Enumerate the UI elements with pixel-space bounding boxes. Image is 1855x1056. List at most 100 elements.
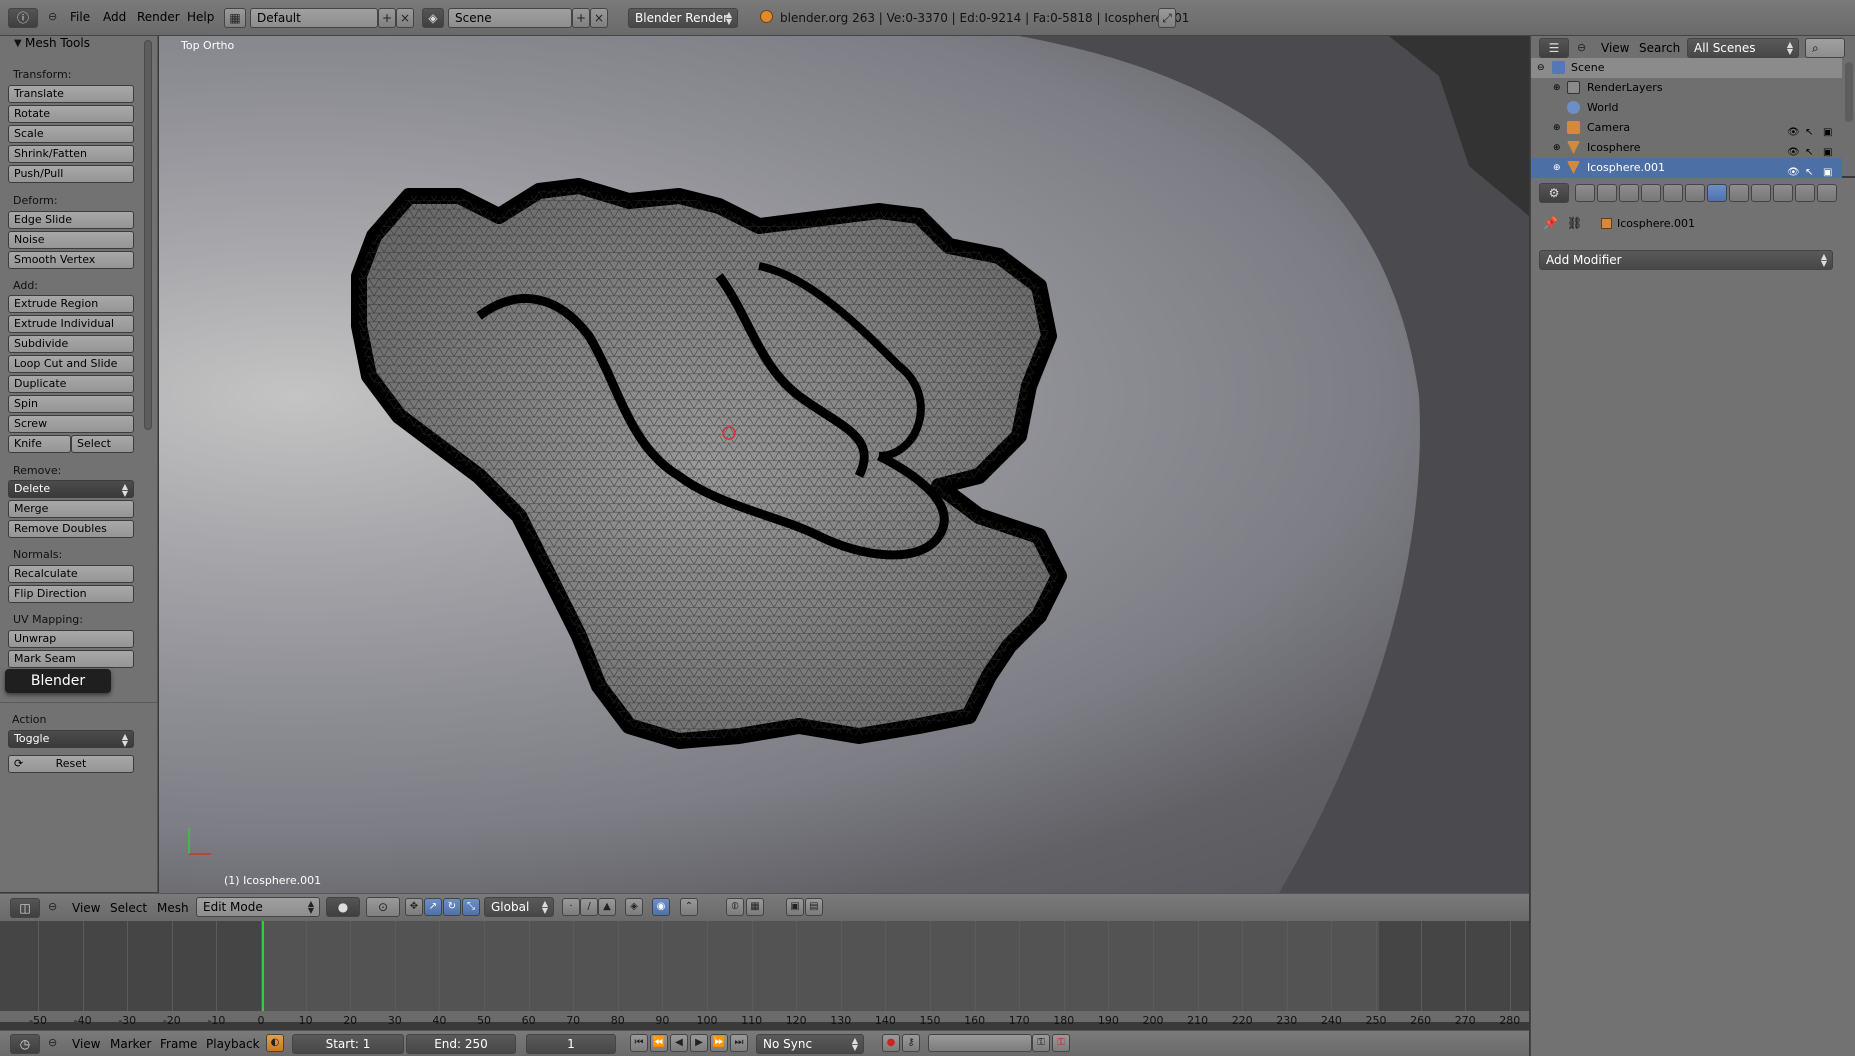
subdivide-button[interactable]: Subdivide [8, 335, 134, 353]
expand-icon[interactable]: ⊕ [1553, 138, 1561, 158]
add-modifier-dropdown[interactable]: Add Modifier ▲ ▼ [1539, 250, 1833, 270]
menu-view[interactable]: View [72, 901, 100, 915]
visibility-eye-icon[interactable]: 👁 [1787, 143, 1800, 158]
preview-range-icon[interactable]: ◐ [266, 1034, 284, 1052]
edge-slide-button[interactable]: Edge Slide [8, 211, 134, 229]
collapse-arrow-icon[interactable]: ▼ [14, 38, 22, 49]
proportional-edit-icon[interactable]: ◉ [652, 898, 670, 916]
active-keying-set-field[interactable] [928, 1034, 1032, 1052]
outliner-row-icosphere-001[interactable]: ⊕ Icosphere.001 👁 ↖ ▣ [1531, 158, 1842, 178]
reset-button[interactable]: ⟳ Reset [8, 755, 134, 773]
layout-field[interactable]: Default [250, 8, 378, 28]
object-data-tab-icon[interactable] [1729, 184, 1749, 202]
current-frame-cursor[interactable] [262, 921, 264, 1011]
record-icon[interactable]: ● [882, 1034, 900, 1052]
remove-scene-icon[interactable]: × [590, 8, 608, 28]
mode-select[interactable]: Edit Mode ▲ ▼ [196, 897, 320, 917]
particles-tab-icon[interactable] [1795, 184, 1815, 202]
render-engine-select[interactable]: Blender Render ▲ ▼ [628, 8, 738, 28]
translate-manipulator-icon[interactable]: ↗ [424, 898, 442, 916]
recalculate-button[interactable]: Recalculate [8, 565, 134, 583]
tl-menu-marker[interactable]: Marker [110, 1037, 151, 1051]
current-frame-field[interactable]: 1 [526, 1034, 616, 1054]
editor-type-3dview-icon[interactable]: ◫ [10, 898, 40, 918]
menu-help[interactable]: Help [187, 10, 214, 24]
face-select-icon[interactable]: ▲ [598, 898, 616, 916]
unwrap-button[interactable]: Unwrap [8, 630, 134, 648]
screen-layout-icon[interactable]: ▦ [224, 8, 246, 28]
knife-button[interactable]: Knife [8, 435, 71, 453]
outliner-search-field[interactable]: ⌕ [1805, 38, 1845, 58]
tl-menu-playback[interactable]: Playback [206, 1037, 260, 1051]
tl-menu-frame[interactable]: Frame [160, 1037, 197, 1051]
extrude-individual-button[interactable]: Extrude Individual [8, 315, 134, 333]
scale-button[interactable]: Scale [8, 125, 134, 143]
pin-icon[interactable]: 📌 [1543, 216, 1558, 230]
collapse-menu-icon[interactable]: ⊖ [48, 900, 57, 913]
modifiers-tab-icon[interactable] [1707, 184, 1727, 202]
snap-element-icon[interactable]: ▦ [746, 898, 764, 916]
jump-start-icon[interactable]: ⏮ [630, 1034, 648, 1052]
scale-manipulator-icon[interactable]: ⤡ [462, 898, 480, 916]
play-reverse-icon[interactable]: ◀ [670, 1034, 688, 1052]
renderable-camera-icon[interactable]: ▣ [1823, 143, 1835, 158]
collapse-menu-icon[interactable]: ⊖ [48, 10, 57, 23]
jump-end-icon[interactable]: ⏭ [730, 1034, 748, 1052]
outliner-scrollbar[interactable] [1845, 62, 1853, 122]
mark-seam-button[interactable]: Mark Seam [8, 650, 134, 668]
merge-button[interactable]: Merge [8, 500, 134, 518]
editor-type-outliner-icon[interactable]: ☰ [1539, 38, 1569, 58]
rotate-manipulator-icon[interactable]: ↻ [443, 898, 461, 916]
smooth-vertex-button[interactable]: Smooth Vertex [8, 251, 134, 269]
sync-mode-select[interactable]: No Sync ▲ ▼ [756, 1034, 864, 1054]
outliner-row-scene[interactable]: ⊖ Scene [1531, 58, 1842, 78]
push-pull-button[interactable]: Push/Pull [8, 165, 134, 183]
expand-icon[interactable]: ⊖ [1537, 58, 1545, 78]
action-dropdown[interactable]: Toggle ▲ ▼ [8, 730, 134, 748]
outliner-row-camera[interactable]: ⊕ Camera 👁 ↖ ▣ [1531, 118, 1842, 138]
tool-shelf-scrollbar[interactable] [144, 40, 152, 430]
material-tab-icon[interactable] [1751, 184, 1771, 202]
render-still-icon[interactable]: ▣ [786, 898, 804, 916]
3d-viewport[interactable]: Top Ortho (1) Icosphere.001 [159, 36, 1529, 893]
remove-layout-icon[interactable]: × [396, 8, 414, 28]
knife-select-button[interactable]: Select [71, 435, 134, 453]
texture-tab-icon[interactable] [1773, 184, 1793, 202]
spin-button[interactable]: Spin [8, 395, 134, 413]
timeline-editor[interactable]: -50 -40 -30 -20 -10 0 10 20 30 40 50 60 70 80 90 100 110… [0, 921, 1529, 1027]
selectable-cursor-icon[interactable]: ↖ [1805, 123, 1817, 138]
editor-type-properties-icon[interactable]: ⚙ [1539, 183, 1569, 203]
delete-dropdown[interactable]: Delete ▲ ▼ [8, 480, 134, 498]
edge-select-icon[interactable]: / [580, 898, 598, 916]
mesh-data-tab-icon[interactable] [1663, 184, 1683, 202]
expand-icon[interactable]: ⊕ [1553, 118, 1561, 138]
screw-button[interactable]: Screw [8, 415, 134, 433]
keying-set-icon[interactable]: ⚷ [902, 1034, 920, 1052]
noise-button[interactable]: Noise [8, 231, 134, 249]
snap-icon[interactable]: ⦶ [726, 898, 744, 916]
outliner-menu-view[interactable]: View [1601, 41, 1629, 55]
renderable-camera-icon[interactable]: ▣ [1823, 123, 1835, 138]
manipulator-toggle-icon[interactable]: ✥ [405, 898, 423, 916]
vertex-select-icon[interactable]: · [562, 898, 580, 916]
fullscreen-icon[interactable]: ⤢ [1158, 8, 1176, 28]
limit-selection-icon[interactable]: ◈ [625, 898, 643, 916]
flip-direction-button[interactable]: Flip Direction [8, 585, 134, 603]
menu-mesh[interactable]: Mesh [157, 901, 189, 915]
renderable-camera-icon[interactable]: ▣ [1823, 163, 1835, 178]
play-icon[interactable]: ▶ [690, 1034, 708, 1052]
delete-keyframe-icon[interactable]: ⚿ [1052, 1034, 1070, 1052]
jump-keyframe-forward-icon[interactable]: ⏩ [710, 1034, 728, 1052]
add-scene-icon[interactable]: + [572, 8, 590, 28]
remove-doubles-button[interactable]: Remove Doubles [8, 520, 134, 538]
menu-render[interactable]: Render [137, 10, 180, 24]
outliner-row-renderlayers[interactable]: ⊕ RenderLayers [1531, 78, 1842, 98]
rotate-button[interactable]: Rotate [8, 105, 134, 123]
selectable-cursor-icon[interactable]: ↖ [1805, 163, 1817, 178]
transform-orientation-select[interactable]: Global ▲ ▼ [484, 897, 554, 917]
physics-tab-icon[interactable] [1817, 184, 1837, 202]
object-tab-icon[interactable] [1641, 184, 1661, 202]
render-animation-icon[interactable]: ▤ [805, 898, 823, 916]
falloff-icon[interactable]: ⌃ [680, 898, 698, 916]
expand-icon[interactable]: ⊕ [1553, 78, 1561, 98]
